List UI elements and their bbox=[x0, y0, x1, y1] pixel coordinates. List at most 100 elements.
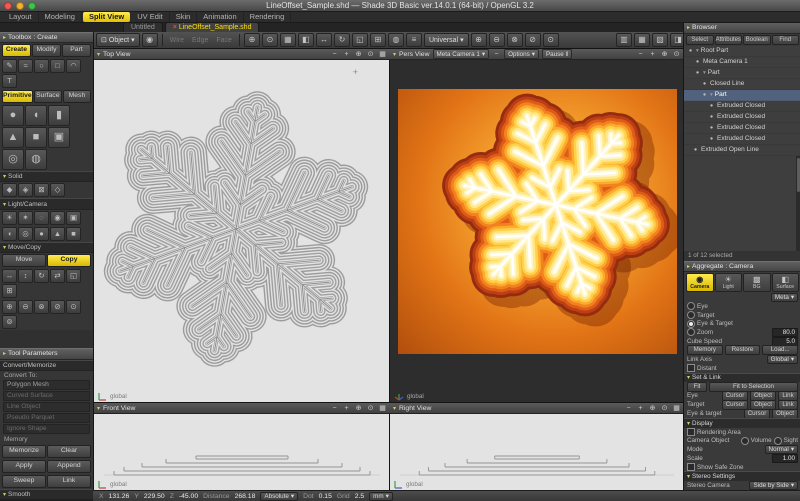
fit-button[interactable]: Fit bbox=[687, 382, 707, 392]
restore-button[interactable]: Restore bbox=[725, 345, 761, 355]
smooth-section-bar[interactable]: ▾ Smooth bbox=[0, 489, 93, 500]
clear-button[interactable]: Clear bbox=[47, 445, 91, 458]
append-button[interactable]: Append bbox=[47, 460, 91, 473]
tab-camera[interactable]: ◉ Camera bbox=[686, 273, 714, 292]
magnify-view-icon[interactable]: ⊙ bbox=[672, 50, 681, 58]
taper-tool-icon[interactable]: ⊘ bbox=[525, 33, 541, 47]
center-view-icon[interactable]: ⊕ bbox=[648, 404, 657, 412]
front-view-title[interactable]: Front View bbox=[103, 405, 135, 412]
scale-tool-icon[interactable]: ◱ bbox=[352, 33, 368, 47]
top-view-title[interactable]: Top View bbox=[103, 51, 130, 58]
magnify-view-icon[interactable]: ⊙ bbox=[366, 404, 375, 412]
display-section-header[interactable]: ▾ Display bbox=[684, 418, 800, 428]
camera-tool-icon[interactable]: ◉ bbox=[142, 33, 158, 47]
camera-select-dropdown[interactable]: Meta Camera 1 ▾ bbox=[433, 49, 490, 59]
rotate-tool-icon[interactable]: ↻ bbox=[334, 33, 350, 47]
cylinder-primitive-icon[interactable]: ▮ bbox=[48, 105, 70, 126]
pause-button[interactable]: Pause ‖ bbox=[542, 49, 572, 59]
tree-row-extruded-open-line[interactable]: ● Extruded Open Line bbox=[684, 145, 800, 156]
wire-mode-label[interactable]: Wire bbox=[167, 37, 187, 44]
visibility-eye-icon[interactable]: ● bbox=[687, 48, 694, 54]
right-view-title[interactable]: Right View bbox=[399, 405, 431, 412]
tree-row-extruded-closed-3[interactable]: ● Extruded Closed bbox=[684, 123, 800, 134]
cone-primitive-icon[interactable]: ▲ bbox=[2, 127, 24, 148]
modify-mode-button[interactable]: Modify bbox=[32, 44, 61, 57]
grid-toggle-icon[interactable]: ▦ bbox=[280, 33, 296, 47]
twist-icon[interactable]: ▾ bbox=[710, 92, 713, 98]
visibility-eye-icon[interactable]: ● bbox=[708, 125, 715, 131]
twist-icon[interactable]: ⊗ bbox=[34, 300, 49, 314]
aggregate-camera-header[interactable]: ▸ Aggregate : Camera bbox=[684, 261, 800, 273]
link-axis-dropdown[interactable]: Global ▾ bbox=[767, 355, 798, 364]
twist-tool-icon[interactable]: ⊗ bbox=[507, 33, 523, 47]
scale-icon[interactable]: ◱ bbox=[66, 269, 81, 283]
tab-untitled[interactable]: Untitled bbox=[123, 22, 163, 32]
visibility-eye-icon[interactable]: ● bbox=[708, 103, 715, 109]
zoom-value-field[interactable]: 80.0 bbox=[772, 328, 798, 337]
solid-intersect-icon[interactable]: ◈ bbox=[18, 183, 33, 197]
tree-row-part-selected[interactable]: ● ▾ Part bbox=[684, 90, 800, 101]
eye-and-target-cursor-button[interactable]: Cursor bbox=[744, 409, 770, 419]
zoom-radio[interactable] bbox=[687, 328, 695, 336]
solid-section-bar[interactable]: ▾ Solid bbox=[0, 171, 93, 182]
zoom-out-icon[interactable]: − bbox=[330, 51, 339, 58]
object-mode-dropdown[interactable]: ⊡ Object ▾ bbox=[96, 33, 140, 47]
menu-uv-edit[interactable]: UV Edit bbox=[131, 12, 169, 22]
grid-view-icon[interactable]: ▦ bbox=[672, 404, 681, 412]
sphere-primitive-icon[interactable]: ● bbox=[2, 105, 24, 126]
tab-close-icon[interactable]: × bbox=[173, 24, 177, 31]
point-light-icon[interactable]: ● bbox=[34, 227, 49, 241]
bend-tool-icon[interactable]: ⊙ bbox=[543, 33, 559, 47]
hemisphere-light-icon[interactable]: ◖ bbox=[2, 227, 17, 241]
ambient-light-icon[interactable]: ◌ bbox=[34, 211, 49, 225]
browser-tab-attributes[interactable]: Attributes bbox=[715, 35, 743, 45]
load-button[interactable]: Load... bbox=[762, 345, 798, 355]
mirror-icon[interactable]: ⇄ bbox=[50, 269, 65, 283]
tree-row-root-part[interactable]: ● ▾ Root Part bbox=[684, 46, 800, 57]
universal-manipulator-dropdown[interactable]: Universal ▾ bbox=[424, 33, 469, 47]
camera-object-icon[interactable]: ◉ bbox=[50, 211, 65, 225]
tree-row-extruded-closed-2[interactable]: ● Extruded Closed bbox=[684, 112, 800, 123]
translate-icon[interactable]: ↔ bbox=[2, 269, 17, 283]
twist-icon[interactable]: ▾ bbox=[703, 70, 706, 76]
taper-icon[interactable]: ⊘ bbox=[50, 300, 65, 314]
meta-dropdown[interactable]: Meta ▾ bbox=[771, 293, 798, 302]
disclosure-icon[interactable]: ▸ bbox=[687, 24, 690, 31]
magnify-view-icon[interactable]: ⊙ bbox=[660, 404, 669, 412]
apply-button[interactable]: Apply bbox=[2, 460, 46, 473]
visibility-eye-icon[interactable]: ● bbox=[694, 70, 701, 76]
circle-tool-icon[interactable]: ○ bbox=[34, 59, 49, 73]
close-window-button[interactable] bbox=[4, 2, 12, 10]
panel-light-icon[interactable]: ▣ bbox=[66, 211, 81, 225]
visibility-eye-icon[interactable]: ● bbox=[701, 92, 708, 98]
center-view-icon[interactable]: ⊕ bbox=[660, 50, 669, 58]
solid-shell-icon[interactable]: ◇ bbox=[50, 183, 65, 197]
mesh-button[interactable]: Mesh bbox=[63, 90, 91, 103]
menu-skin[interactable]: Skin bbox=[170, 12, 198, 22]
browser-scrollbar[interactable] bbox=[796, 156, 800, 251]
visibility-eye-icon[interactable]: ● bbox=[708, 114, 715, 120]
menu-modeling[interactable]: Modeling bbox=[39, 12, 82, 22]
visibility-eye-icon[interactable]: ● bbox=[694, 59, 701, 65]
twist-icon[interactable]: ▾ bbox=[696, 48, 699, 54]
pen-tool-icon[interactable]: ✎ bbox=[2, 59, 17, 73]
view-menu-icon[interactable]: ▾ bbox=[393, 405, 396, 412]
move-copy-section-bar[interactable]: ▾ Move/Copy bbox=[0, 242, 93, 253]
viewport-right[interactable]: ▾ Right View − + ⊕ ⊙ ▦ global bbox=[389, 402, 685, 492]
disclosure-icon[interactable]: ▸ bbox=[3, 350, 6, 357]
move-tool-icon[interactable]: ↔ bbox=[316, 33, 332, 47]
visibility-eye-icon[interactable]: ● bbox=[708, 136, 715, 142]
surface-mode-icon[interactable]: ◧ bbox=[298, 33, 314, 47]
stereo-camera-dropdown[interactable]: Side by Side ▾ bbox=[749, 481, 798, 490]
view-menu-icon[interactable]: ▾ bbox=[97, 405, 100, 412]
show-safe-zone-checkbox[interactable] bbox=[687, 463, 695, 471]
solid-union-icon[interactable]: ◆ bbox=[2, 183, 17, 197]
convert-option-pseudo-parquet[interactable]: Pseudo Parquet bbox=[3, 413, 90, 423]
tree-row-closed-line[interactable]: ● Closed Line bbox=[684, 79, 800, 90]
copy-button[interactable]: Copy bbox=[47, 254, 91, 267]
browser-header[interactable]: ▸ Browser bbox=[684, 22, 800, 34]
light-camera-section-bar[interactable]: ▾ Light/Camera bbox=[0, 198, 93, 209]
stereo-settings-section-header[interactable]: ▾ Stereo Settings bbox=[684, 471, 800, 481]
torus-primitive-icon[interactable]: ◎ bbox=[2, 149, 24, 170]
view-menu-icon[interactable]: ▾ bbox=[97, 51, 100, 58]
